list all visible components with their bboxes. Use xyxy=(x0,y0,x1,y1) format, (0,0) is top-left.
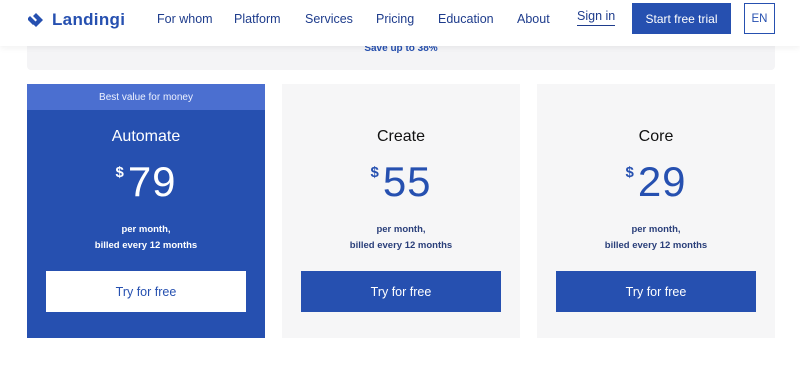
try-for-free-button[interactable]: Try for free xyxy=(556,271,756,312)
landingi-logo-icon xyxy=(28,13,43,27)
billing-period: per month, xyxy=(631,224,681,235)
plan-price: $ 55 xyxy=(282,158,520,206)
plan-name: Create xyxy=(376,128,426,145)
start-free-trial-button[interactable]: Start free trial xyxy=(632,3,731,34)
price-amount: 79 xyxy=(127,158,177,205)
top-navbar: Landingi For whom Platform Services Pric… xyxy=(0,0,800,46)
nav-link-pricing[interactable]: Pricing xyxy=(376,12,414,26)
plan-name: Core xyxy=(638,128,674,145)
price-amount: 29 xyxy=(637,158,687,205)
plan-name: Automate xyxy=(111,128,181,145)
billing-cycle: billed every 12 months xyxy=(349,240,453,251)
brand-logo[interactable]: Landingi xyxy=(28,10,125,30)
billing-cycle: billed every 12 months xyxy=(604,240,708,251)
billing-info: per month, billed every 12 months xyxy=(282,222,520,254)
nav-link-for-whom[interactable]: For whom xyxy=(157,12,213,26)
currency-symbol: $ xyxy=(625,164,634,181)
plan-card-automate: Best value for money Automate $ 79 per m… xyxy=(27,84,265,338)
best-value-badge: Best value for money xyxy=(27,84,265,110)
billing-period: per month, xyxy=(376,224,426,235)
billing-cycle: billed every 12 months xyxy=(94,240,198,251)
billing-info: per month, billed every 12 months xyxy=(537,222,775,254)
billing-info: per month, billed every 12 months xyxy=(27,222,265,254)
billing-period: per month, xyxy=(121,224,171,235)
nav-link-about[interactable]: About xyxy=(517,12,550,26)
language-selector[interactable]: EN xyxy=(744,3,775,34)
plan-price: $ 79 xyxy=(27,158,265,206)
try-for-free-button[interactable]: Try for free xyxy=(46,271,246,312)
currency-symbol: $ xyxy=(370,164,379,181)
brand-name: Landingi xyxy=(52,10,126,29)
currency-symbol: $ xyxy=(115,164,124,181)
nav-link-platform[interactable]: Platform xyxy=(234,12,281,26)
try-for-free-button[interactable]: Try for free xyxy=(301,271,501,312)
plan-price: $ 29 xyxy=(537,158,775,206)
nav-link-services[interactable]: Services xyxy=(305,12,353,26)
sign-in-link[interactable]: Sign in xyxy=(577,9,616,26)
plan-card-create: Create $ 55 per month, billed every 12 m… xyxy=(282,84,520,338)
plan-card-core: Core $ 29 per month, billed every 12 mon… xyxy=(537,84,775,338)
nav-link-education[interactable]: Education xyxy=(438,12,494,26)
price-amount: 55 xyxy=(382,158,432,205)
